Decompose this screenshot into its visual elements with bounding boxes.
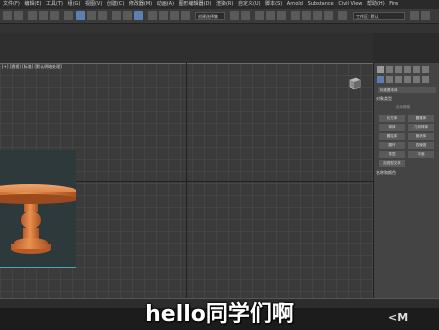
helpers-icon[interactable] xyxy=(413,76,420,83)
video-subtitle: hello同学们啊 xyxy=(145,302,294,327)
round-table-image xyxy=(0,150,78,267)
menu-help[interactable]: 帮助(H) xyxy=(367,0,385,9)
select-rotate-icon[interactable] xyxy=(123,11,132,20)
menu-group[interactable]: 组(G) xyxy=(68,0,81,9)
menu-arnold[interactable]: Arnold xyxy=(287,0,303,9)
menu-rendering[interactable]: 渲染(R) xyxy=(216,0,233,9)
menu-civil-view[interactable]: Civil View xyxy=(338,0,362,9)
auto-grid-checkbox[interactable]: 自动栅格 xyxy=(396,105,410,110)
main-toolbar: 创建选择集 工作区: 默认 xyxy=(0,9,439,24)
menu-fire[interactable]: Fire xyxy=(389,0,398,9)
render-icon[interactable] xyxy=(324,11,333,20)
layer-explorer-icon[interactable] xyxy=(255,11,264,20)
ribbon-panel xyxy=(0,33,373,63)
render-setup-icon[interactable] xyxy=(302,11,311,20)
hierarchy-tab-icon[interactable] xyxy=(395,66,402,73)
menu-modifiers[interactable]: 修改器(M) xyxy=(129,0,152,9)
menu-customize[interactable]: 自定义(U) xyxy=(238,0,261,9)
viewport-label[interactable]: [+] [透视] [标准] [默认明暗处理] xyxy=(2,64,62,70)
menu-edit[interactable]: 编辑(E) xyxy=(24,0,41,9)
cameras-icon[interactable] xyxy=(404,76,411,83)
pyramid-button[interactable]: 四棱锥 xyxy=(408,142,434,149)
user-icon[interactable] xyxy=(338,11,347,20)
name-color-header[interactable]: 名称和颜色 xyxy=(376,170,396,176)
menu-animation[interactable]: 动画(A) xyxy=(157,0,174,9)
grid-axis-vertical xyxy=(186,63,187,298)
box-button[interactable]: 长方体 xyxy=(379,115,405,122)
rect-region-icon[interactable] xyxy=(98,11,107,20)
geometry-icon[interactable] xyxy=(377,76,384,83)
menu-tools[interactable]: 工具(T) xyxy=(46,0,63,9)
menu-bar: 文件(F) 编辑(E) 工具(T) 组(G) 视图(V) 创建(C) 修改器(M… xyxy=(0,0,439,9)
motion-tab-icon[interactable] xyxy=(404,66,411,73)
menu-substance[interactable]: Substance xyxy=(308,0,334,9)
torus-button[interactable]: 圆环 xyxy=(379,142,405,149)
workspace-dropdown[interactable]: 工作区: 默认 xyxy=(353,12,405,20)
menu-view[interactable]: 视图(V) xyxy=(85,0,102,9)
menu-create[interactable]: 创建(C) xyxy=(107,0,124,9)
sphere-button[interactable]: 球体 xyxy=(379,124,405,131)
menu-file[interactable]: 文件(F) xyxy=(3,0,20,9)
search-icon[interactable] xyxy=(410,11,419,20)
cylinder-button[interactable]: 圆柱体 xyxy=(379,133,405,140)
create-tab-icon[interactable] xyxy=(377,66,384,73)
bind-space-warp-icon[interactable] xyxy=(50,11,59,20)
pivot-icon[interactable] xyxy=(159,11,168,20)
menu-graph-editors[interactable]: 图形编辑器(D) xyxy=(179,0,212,9)
mirror-icon[interactable] xyxy=(230,11,239,20)
viewcube-icon[interactable] xyxy=(348,76,362,90)
object-type-header[interactable]: 对象类型 xyxy=(376,96,392,102)
curve-editor-icon[interactable] xyxy=(266,11,275,20)
menu-scripting[interactable]: 脚本(S) xyxy=(265,0,282,9)
redo-icon[interactable] xyxy=(14,11,23,20)
angle-snap-icon[interactable] xyxy=(181,11,190,20)
watermark-logo: <M xyxy=(388,311,409,324)
category-dropdown[interactable]: 标准基本体 xyxy=(378,87,436,93)
select-move-icon[interactable] xyxy=(112,11,121,20)
teapot-button[interactable]: 茶壶 xyxy=(379,151,405,158)
link-icon[interactable] xyxy=(28,11,37,20)
command-panel: 标准基本体 对象类型 自动栅格 长方体 圆锥体 球体 几何球体 圆柱体 管状体 … xyxy=(373,63,439,298)
reference-image-panel xyxy=(0,150,78,268)
geosphere-button[interactable]: 几何球体 xyxy=(408,124,434,131)
help-icon[interactable] xyxy=(421,11,430,20)
ribbon xyxy=(0,24,439,33)
tube-button[interactable]: 管状体 xyxy=(408,133,434,140)
render-frame-icon[interactable] xyxy=(313,11,322,20)
lights-icon[interactable] xyxy=(395,76,402,83)
named-selection-dropdown[interactable]: 创建选择集 xyxy=(195,12,225,20)
plane-button[interactable]: 平面 xyxy=(408,151,434,158)
text-plus-button[interactable]: 加强型文本 xyxy=(379,160,405,167)
snap-icon[interactable] xyxy=(170,11,179,20)
select-scale-icon[interactable] xyxy=(134,11,143,20)
select-object-icon[interactable] xyxy=(76,11,85,20)
shapes-icon[interactable] xyxy=(386,76,393,83)
modify-tab-icon[interactable] xyxy=(386,66,393,73)
select-by-name-icon[interactable] xyxy=(87,11,96,20)
align-icon[interactable] xyxy=(241,11,250,20)
schematic-view-icon[interactable] xyxy=(277,11,286,20)
cone-button[interactable]: 圆锥体 xyxy=(408,115,434,122)
undo-icon[interactable] xyxy=(3,11,12,20)
utilities-tab-icon[interactable] xyxy=(422,66,429,73)
space-warps-icon[interactable] xyxy=(422,76,429,83)
ref-coord-icon[interactable] xyxy=(148,11,157,20)
selection-filter-icon[interactable] xyxy=(64,11,73,20)
display-tab-icon[interactable] xyxy=(413,66,420,73)
unlink-icon[interactable] xyxy=(39,11,48,20)
material-editor-icon[interactable] xyxy=(291,11,300,20)
